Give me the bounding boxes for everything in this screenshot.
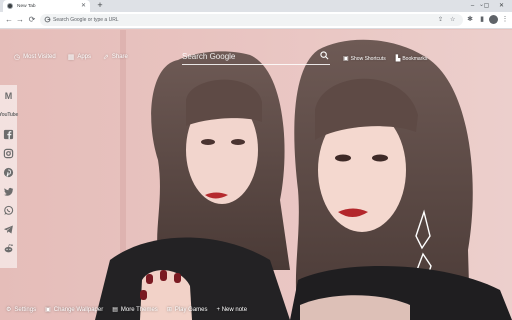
show-shortcuts-label: Show Shortcuts [350, 55, 386, 62]
share-button[interactable]: ⬀ Share [103, 53, 128, 61]
gmail-icon[interactable]: M [2, 88, 15, 104]
instagram-icon[interactable] [2, 145, 15, 161]
search-icon[interactable] [320, 51, 329, 60]
apps-label: Apps [77, 54, 91, 60]
youtube-icon[interactable]: YouTube [0, 107, 18, 123]
play-games-button[interactable]: ⊞ Play Games [166, 306, 208, 314]
maximize-icon[interactable]: ▢ [482, 0, 491, 12]
new-tab-page: ◷ Most Visited ▦ Apps ⬀ Share ▣ Show Sho… [0, 30, 512, 320]
reddit-icon[interactable] [2, 240, 15, 256]
search-bar [182, 48, 330, 65]
share-label: Share [111, 54, 128, 60]
new-note-label: + New note [216, 306, 248, 313]
right-links: ▣ Show Shortcuts ▙ Bookmarks [343, 55, 428, 63]
gear-icon: ⚙ [6, 307, 12, 313]
more-themes-label: More Themes [120, 306, 158, 313]
twitter-icon[interactable] [2, 183, 15, 199]
apps-grid-icon: ▦ [67, 54, 75, 61]
bookmark-icon: ▙ [395, 56, 401, 62]
pinterest-icon[interactable] [2, 164, 15, 180]
tab-strip: New Tab ✕ + ⌄ – ▢ ✕ [0, 0, 512, 12]
back-button[interactable]: ← [4, 15, 14, 25]
close-window-icon[interactable]: ✕ [497, 0, 506, 12]
tab-title: New Tab [17, 3, 36, 9]
profile-avatar-icon[interactable] [489, 15, 498, 24]
more-themes-button[interactable]: ▤ More Themes [112, 306, 158, 314]
search-input[interactable] [182, 50, 312, 63]
apps-button[interactable]: ▦ Apps [68, 53, 91, 61]
change-wallpaper-label: Change Wallpaper [53, 306, 104, 313]
browser-toolbar: ← → ⟳ ⇪ ☆ ✱ ▮ ⋮ [0, 12, 512, 29]
themes-icon: ▤ [112, 307, 118, 313]
new-tab-button[interactable]: + [94, 0, 106, 12]
facebook-icon[interactable] [2, 126, 15, 142]
whatsapp-icon[interactable] [2, 202, 15, 218]
menu-kebab-icon[interactable]: ⋮ [500, 15, 510, 25]
extensions-icon[interactable]: ✱ [465, 15, 475, 25]
wallpaper-icon: ▣ [45, 307, 51, 313]
bookmarks-button[interactable]: ▙ Bookmarks [395, 55, 428, 63]
settings-button[interactable]: ⚙ Settings [6, 306, 37, 314]
share-page-icon[interactable]: ⇪ [438, 16, 443, 24]
bookmark-star-icon[interactable]: ☆ [450, 16, 455, 24]
history-icon: ◷ [14, 54, 21, 61]
most-visited-button[interactable]: ◷ Most Visited [14, 53, 56, 61]
gamepad-icon: ⊞ [166, 307, 172, 313]
play-games-label: Play Games [174, 306, 208, 313]
tab-new-tab[interactable]: New Tab ✕ [3, 0, 90, 12]
bottom-bar: ⚙ Settings ▣ Change Wallpaper ▤ More The… [6, 306, 248, 314]
new-tab-favicon-icon [7, 3, 13, 9]
google-g-icon [44, 16, 51, 23]
new-note-button[interactable]: + New note [217, 307, 248, 313]
reload-button[interactable]: ⟳ [27, 15, 37, 25]
show-shortcuts-button[interactable]: ▣ Show Shortcuts [343, 55, 386, 63]
social-sidebar: M YouTube [0, 85, 18, 268]
telegram-icon[interactable] [2, 221, 15, 237]
wallpaper-image [0, 30, 512, 320]
bookmarks-label: Bookmarks [402, 55, 428, 62]
tab-close-icon[interactable]: ✕ [81, 2, 86, 10]
change-wallpaper-button[interactable]: ▣ Change Wallpaper [45, 306, 104, 314]
top-links: ◷ Most Visited ▦ Apps ⬀ Share [14, 53, 128, 61]
forward-button[interactable]: → [15, 15, 25, 25]
minimize-icon[interactable]: – [468, 0, 477, 12]
share-icon: ⬀ [103, 54, 109, 61]
side-panel-icon[interactable]: ▮ [477, 15, 487, 25]
shortcuts-icon: ▣ [343, 56, 349, 62]
omnibox[interactable]: ⇪ ☆ [40, 14, 463, 26]
settings-label: Settings [14, 306, 37, 313]
most-visited-label: Most Visited [23, 54, 56, 60]
address-input[interactable] [53, 14, 413, 26]
